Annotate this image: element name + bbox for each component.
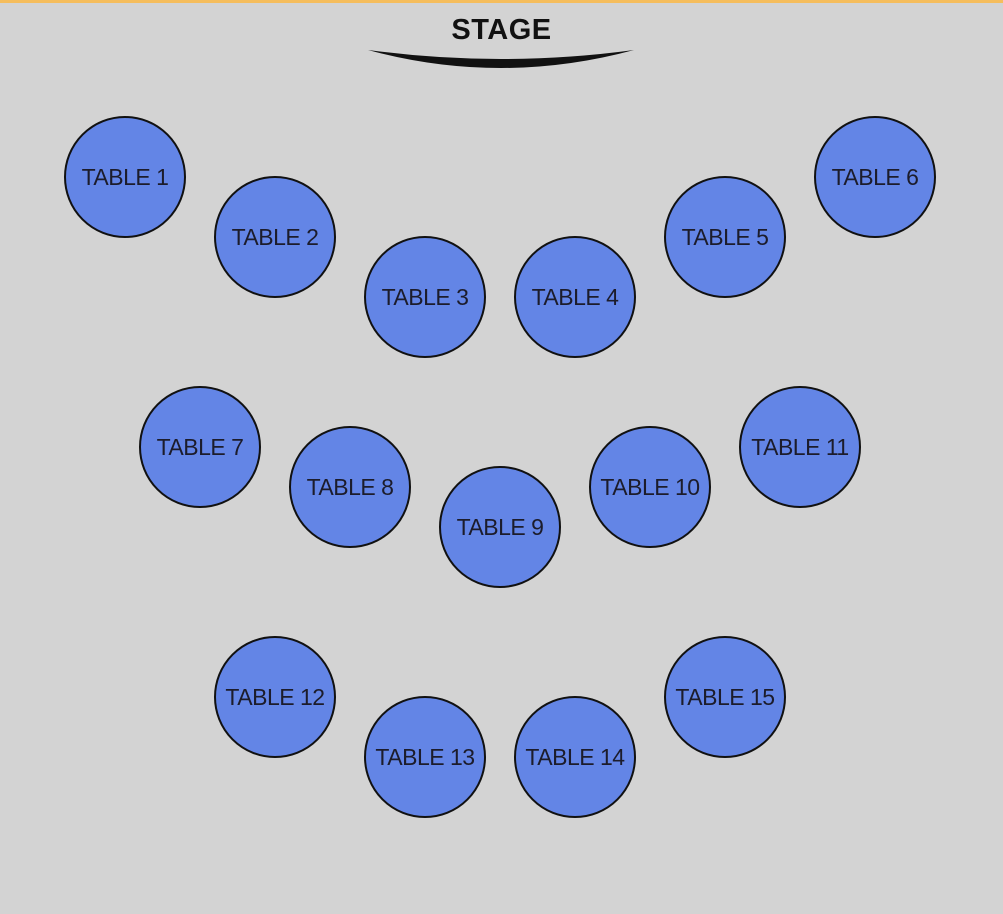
table-label: TABLE 8	[306, 473, 394, 500]
table-label: TABLE 10	[600, 473, 700, 500]
table-label: TABLE 9	[456, 513, 544, 540]
stage-arc	[368, 50, 634, 68]
table-9[interactable]: TABLE 9	[439, 466, 561, 588]
table-14[interactable]: TABLE 14	[514, 696, 636, 818]
table-8[interactable]: TABLE 8	[289, 426, 411, 548]
table-2[interactable]: TABLE 2	[214, 176, 336, 298]
table-13[interactable]: TABLE 13	[364, 696, 486, 818]
stage-label: STAGE	[451, 14, 552, 46]
table-label: TABLE 6	[831, 163, 919, 190]
table-5[interactable]: TABLE 5	[664, 176, 786, 298]
table-label: TABLE 12	[225, 683, 325, 710]
table-label: TABLE 11	[751, 433, 849, 460]
table-label: TABLE 13	[375, 743, 475, 770]
table-label: TABLE 14	[525, 743, 625, 770]
table-label: TABLE 4	[531, 283, 619, 310]
table-label: TABLE 5	[681, 223, 769, 250]
table-6[interactable]: TABLE 6	[814, 116, 936, 238]
table-10[interactable]: TABLE 10	[589, 426, 711, 548]
table-3[interactable]: TABLE 3	[364, 236, 486, 358]
table-11[interactable]: TABLE 11	[739, 386, 861, 508]
table-label: TABLE 3	[381, 283, 469, 310]
table-label: TABLE 7	[156, 433, 244, 460]
table-label: TABLE 1	[81, 163, 169, 190]
top-accent-bar	[0, 0, 1003, 3]
table-7[interactable]: TABLE 7	[139, 386, 261, 508]
table-4[interactable]: TABLE 4	[514, 236, 636, 358]
table-label: TABLE 2	[231, 223, 319, 250]
table-15[interactable]: TABLE 15	[664, 636, 786, 758]
table-1[interactable]: TABLE 1	[64, 116, 186, 238]
table-label: TABLE 15	[675, 683, 775, 710]
table-12[interactable]: TABLE 12	[214, 636, 336, 758]
